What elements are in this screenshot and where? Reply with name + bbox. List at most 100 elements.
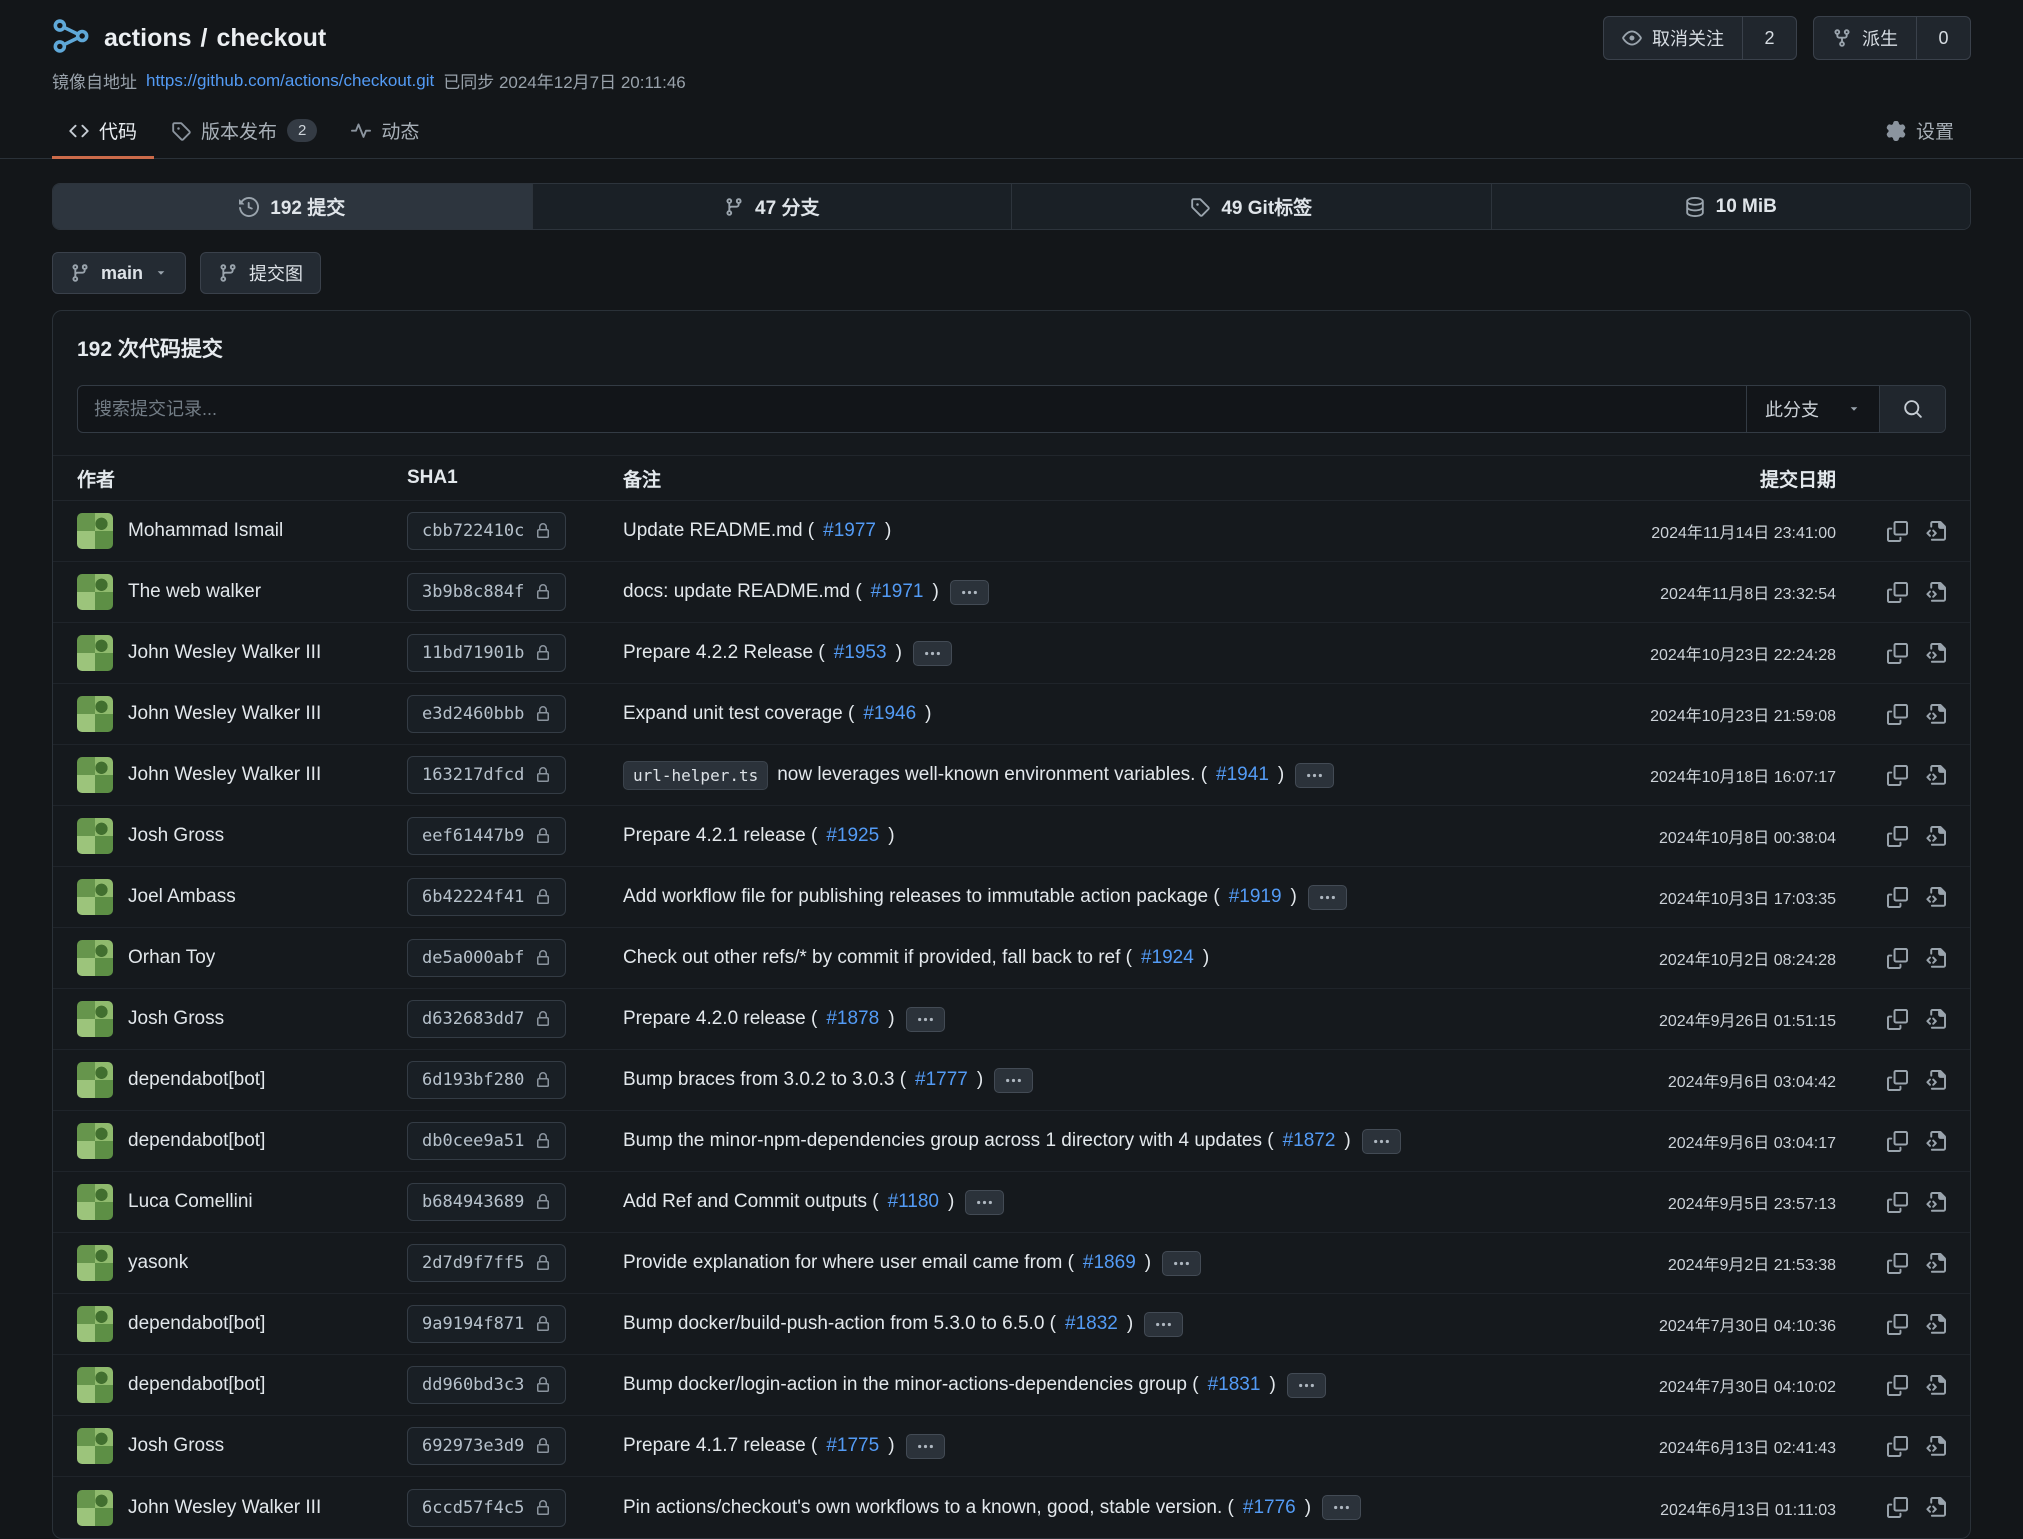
commit-sha-badge[interactable]: 3b9b8c884f	[407, 573, 566, 611]
copy-sha-button[interactable]	[1887, 1131, 1908, 1152]
avatar[interactable]	[77, 757, 113, 793]
pr-link[interactable]: #1953	[834, 642, 887, 664]
branch-scope-dropdown[interactable]: 此分支	[1746, 386, 1879, 432]
commit-sha-badge[interactable]: 163217dfcd	[407, 756, 566, 794]
expand-commit-body-button[interactable]	[1295, 763, 1334, 788]
copy-sha-button[interactable]	[1887, 521, 1908, 542]
commit-sha-badge[interactable]: 6ccd57f4c5	[407, 1489, 566, 1527]
copy-sha-button[interactable]	[1887, 1070, 1908, 1091]
avatar[interactable]	[77, 1001, 113, 1037]
pr-link[interactable]: #1832	[1065, 1313, 1118, 1335]
commit-author-link[interactable]: Josh Gross	[128, 1435, 224, 1457]
avatar[interactable]	[77, 818, 113, 854]
commit-message-link[interactable]: Update README.md (#1977)	[623, 520, 891, 542]
tab-releases[interactable]: 版本发布 2	[154, 103, 334, 158]
avatar[interactable]	[77, 574, 113, 610]
pr-link[interactable]: #1924	[1141, 947, 1194, 969]
pr-link[interactable]: #1775	[826, 1435, 879, 1457]
fork-button[interactable]: 派生	[1814, 17, 1916, 59]
browse-source-button[interactable]	[1925, 1436, 1946, 1457]
pr-link[interactable]: #1941	[1216, 764, 1269, 786]
expand-commit-body-button[interactable]	[1144, 1312, 1183, 1337]
copy-sha-button[interactable]	[1887, 765, 1908, 786]
tab-code[interactable]: 代码	[52, 103, 154, 158]
branch-selector[interactable]: main	[52, 252, 186, 294]
commit-sha-badge[interactable]: 692973e3d9	[407, 1427, 566, 1465]
expand-commit-body-button[interactable]	[1287, 1373, 1326, 1398]
pr-link[interactable]: #1869	[1083, 1252, 1136, 1274]
stat-branches[interactable]: 47 分支	[532, 184, 1012, 229]
browse-source-button[interactable]	[1925, 887, 1946, 908]
commit-sha-badge[interactable]: 9a9194f871	[407, 1305, 566, 1343]
avatar[interactable]	[77, 696, 113, 732]
commit-message-link[interactable]: Prepare 4.2.1 release (#1925)	[623, 825, 895, 847]
commit-sha-badge[interactable]: e3d2460bbb	[407, 695, 566, 733]
commit-sha-badge[interactable]: eef61447b9	[407, 817, 566, 855]
copy-sha-button[interactable]	[1887, 1009, 1908, 1030]
copy-sha-button[interactable]	[1887, 1497, 1908, 1518]
commit-message-link[interactable]: Bump docker/login-action in the minor-ac…	[623, 1374, 1276, 1396]
browse-source-button[interactable]	[1925, 826, 1946, 847]
browse-source-button[interactable]	[1925, 521, 1946, 542]
browse-source-button[interactable]	[1925, 582, 1946, 603]
avatar[interactable]	[77, 940, 113, 976]
expand-commit-body-button[interactable]	[906, 1007, 945, 1032]
commit-author-link[interactable]: yasonk	[128, 1252, 188, 1274]
mirror-url-link[interactable]: https://github.com/actions/checkout.git	[146, 71, 434, 91]
commit-message-link[interactable]: url-helper.ts now leverages well-known e…	[623, 761, 1284, 790]
expand-commit-body-button[interactable]	[913, 641, 952, 666]
commit-author-link[interactable]: Orhan Toy	[128, 947, 215, 969]
tab-settings[interactable]: 设置	[1869, 103, 1971, 158]
commit-sha-badge[interactable]: db0cee9a51	[407, 1122, 566, 1160]
expand-commit-body-button[interactable]	[906, 1434, 945, 1459]
pr-link[interactable]: #1977	[823, 520, 876, 542]
browse-source-button[interactable]	[1925, 1375, 1946, 1396]
copy-sha-button[interactable]	[1887, 948, 1908, 969]
expand-commit-body-button[interactable]	[1322, 1495, 1361, 1520]
forks-count[interactable]: 0	[1916, 17, 1970, 59]
avatar[interactable]	[77, 1490, 113, 1526]
browse-source-button[interactable]	[1925, 1192, 1946, 1213]
commit-author-link[interactable]: John Wesley Walker III	[128, 703, 321, 725]
commit-message-link[interactable]: Prepare 4.2.0 release (#1878)	[623, 1008, 895, 1030]
commit-author-link[interactable]: Luca Comellini	[128, 1191, 253, 1213]
commit-author-link[interactable]: dependabot[bot]	[128, 1130, 265, 1152]
commit-message-link[interactable]: Prepare 4.2.2 Release (#1953)	[623, 642, 902, 664]
expand-commit-body-button[interactable]	[1308, 885, 1347, 910]
browse-source-button[interactable]	[1925, 948, 1946, 969]
avatar[interactable]	[77, 1306, 113, 1342]
expand-commit-body-button[interactable]	[1162, 1251, 1201, 1276]
copy-sha-button[interactable]	[1887, 1436, 1908, 1457]
pr-link[interactable]: #1925	[826, 825, 879, 847]
commit-message-link[interactable]: Bump the minor-npm-dependencies group ac…	[623, 1130, 1351, 1152]
pr-link[interactable]: #1872	[1283, 1130, 1336, 1152]
copy-sha-button[interactable]	[1887, 887, 1908, 908]
copy-sha-button[interactable]	[1887, 1375, 1908, 1396]
expand-commit-body-button[interactable]	[965, 1190, 1004, 1215]
commit-message-link[interactable]: Pin actions/checkout's own workflows to …	[623, 1497, 1311, 1519]
copy-sha-button[interactable]	[1887, 1253, 1908, 1274]
browse-source-button[interactable]	[1925, 765, 1946, 786]
browse-source-button[interactable]	[1925, 1009, 1946, 1030]
browse-source-button[interactable]	[1925, 1497, 1946, 1518]
commit-graph-button[interactable]: 提交图	[200, 252, 321, 294]
pr-link[interactable]: #1878	[826, 1008, 879, 1030]
commit-sha-badge[interactable]: de5a000abf	[407, 939, 566, 977]
avatar[interactable]	[77, 1367, 113, 1403]
commit-author-link[interactable]: John Wesley Walker III	[128, 1497, 321, 1519]
tab-activity[interactable]: 动态	[334, 103, 436, 158]
pr-link[interactable]: #1919	[1229, 886, 1282, 908]
browse-source-button[interactable]	[1925, 1131, 1946, 1152]
pr-link[interactable]: #1777	[915, 1069, 968, 1091]
commit-sha-badge[interactable]: dd960bd3c3	[407, 1366, 566, 1404]
commit-sha-badge[interactable]: 6b42224f41	[407, 878, 566, 916]
repo-name-link[interactable]: checkout	[216, 24, 326, 53]
stat-size[interactable]: 10 MiB	[1491, 184, 1971, 229]
commit-author-link[interactable]: The web walker	[128, 581, 261, 603]
copy-sha-button[interactable]	[1887, 643, 1908, 664]
browse-source-button[interactable]	[1925, 643, 1946, 664]
avatar[interactable]	[77, 1184, 113, 1220]
copy-sha-button[interactable]	[1887, 1192, 1908, 1213]
commit-message-link[interactable]: docs: update README.md (#1971)	[623, 581, 939, 603]
avatar[interactable]	[77, 1062, 113, 1098]
